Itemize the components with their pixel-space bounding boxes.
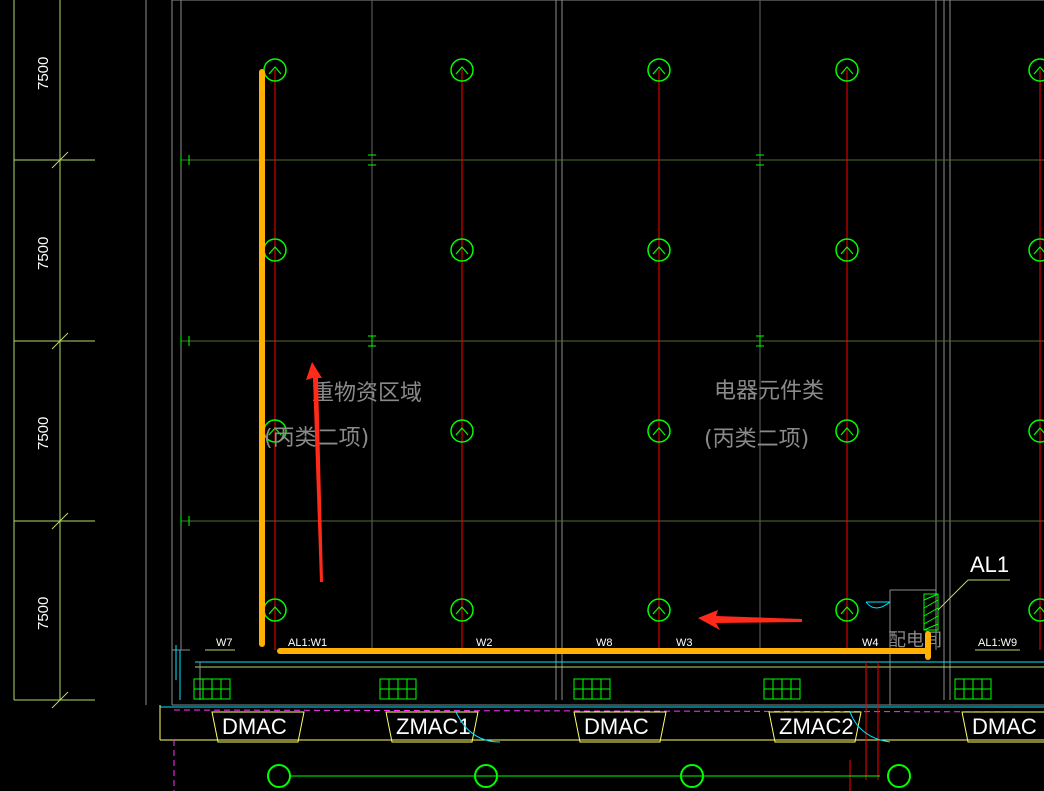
room-name-left: 重物资区域 xyxy=(312,381,422,406)
circle-lamp-icon xyxy=(1028,419,1044,443)
label-w3: W3 xyxy=(676,637,693,649)
grille-icon xyxy=(193,678,231,700)
ground-points xyxy=(267,764,911,788)
equipment-box: ZMAC1 xyxy=(385,711,479,743)
equipment-box: DMAC xyxy=(961,711,1044,743)
circle-lamp-icon xyxy=(1028,238,1044,262)
distribution-panel xyxy=(923,579,1010,631)
dim-label-4: 7500 xyxy=(35,597,52,630)
dim-label-2: 7500 xyxy=(35,237,52,270)
label-w7: W7 xyxy=(216,637,233,649)
room-class-right: (丙类二项) xyxy=(704,427,809,452)
label-w4: W4 xyxy=(862,637,879,649)
circle-lamp-icon xyxy=(1028,598,1044,622)
equipment-row: DMAC ZMAC1 DMAC ZMAC2 DMAC xyxy=(211,711,1044,743)
grille-icon xyxy=(379,678,417,700)
lamp-grid xyxy=(263,58,1044,622)
building-outline xyxy=(145,0,1044,705)
cad-floor-plan: 7500 7500 7500 7500 重物资区域 (丙类二项) 电器元件类 (… xyxy=(13,0,1044,791)
corridor-lines xyxy=(159,589,1044,791)
air-grilles xyxy=(193,678,992,700)
equipment-box: DMAC xyxy=(211,711,305,743)
lighting-circuits xyxy=(274,70,1041,650)
equipment-label: DMAC xyxy=(584,714,649,739)
dim-label-3: 7500 xyxy=(35,417,52,450)
grille-icon xyxy=(954,678,992,700)
panel-tag-al1: AL1 xyxy=(970,552,1009,577)
equipment-label: DMAC xyxy=(222,714,287,739)
label-w2: W2 xyxy=(476,637,493,649)
equipment-box: DMAC xyxy=(573,711,667,743)
circle-lamp-icon xyxy=(1028,58,1044,82)
equipment-label: ZMAC2 xyxy=(779,714,854,739)
label-al1-w9: AL1:W9 xyxy=(978,637,1017,649)
room-name-right: 电器元件类 xyxy=(714,379,824,404)
dim-label-1: 7500 xyxy=(35,57,52,90)
grille-icon xyxy=(573,678,611,700)
equipment-box: ZMAC2 xyxy=(768,711,862,743)
grille-icon xyxy=(763,678,801,700)
label-w8: W8 xyxy=(596,637,613,649)
label-room-distribution: 配电间 xyxy=(888,630,942,651)
grid-lines xyxy=(371,0,761,650)
equipment-label: DMAC xyxy=(972,714,1037,739)
circuit-labels: W7 AL1:W1 W2 W8 W3 W4 配电间 AL1:W9 xyxy=(205,630,1020,651)
label-al1-w1: AL1:W1 xyxy=(288,637,327,649)
